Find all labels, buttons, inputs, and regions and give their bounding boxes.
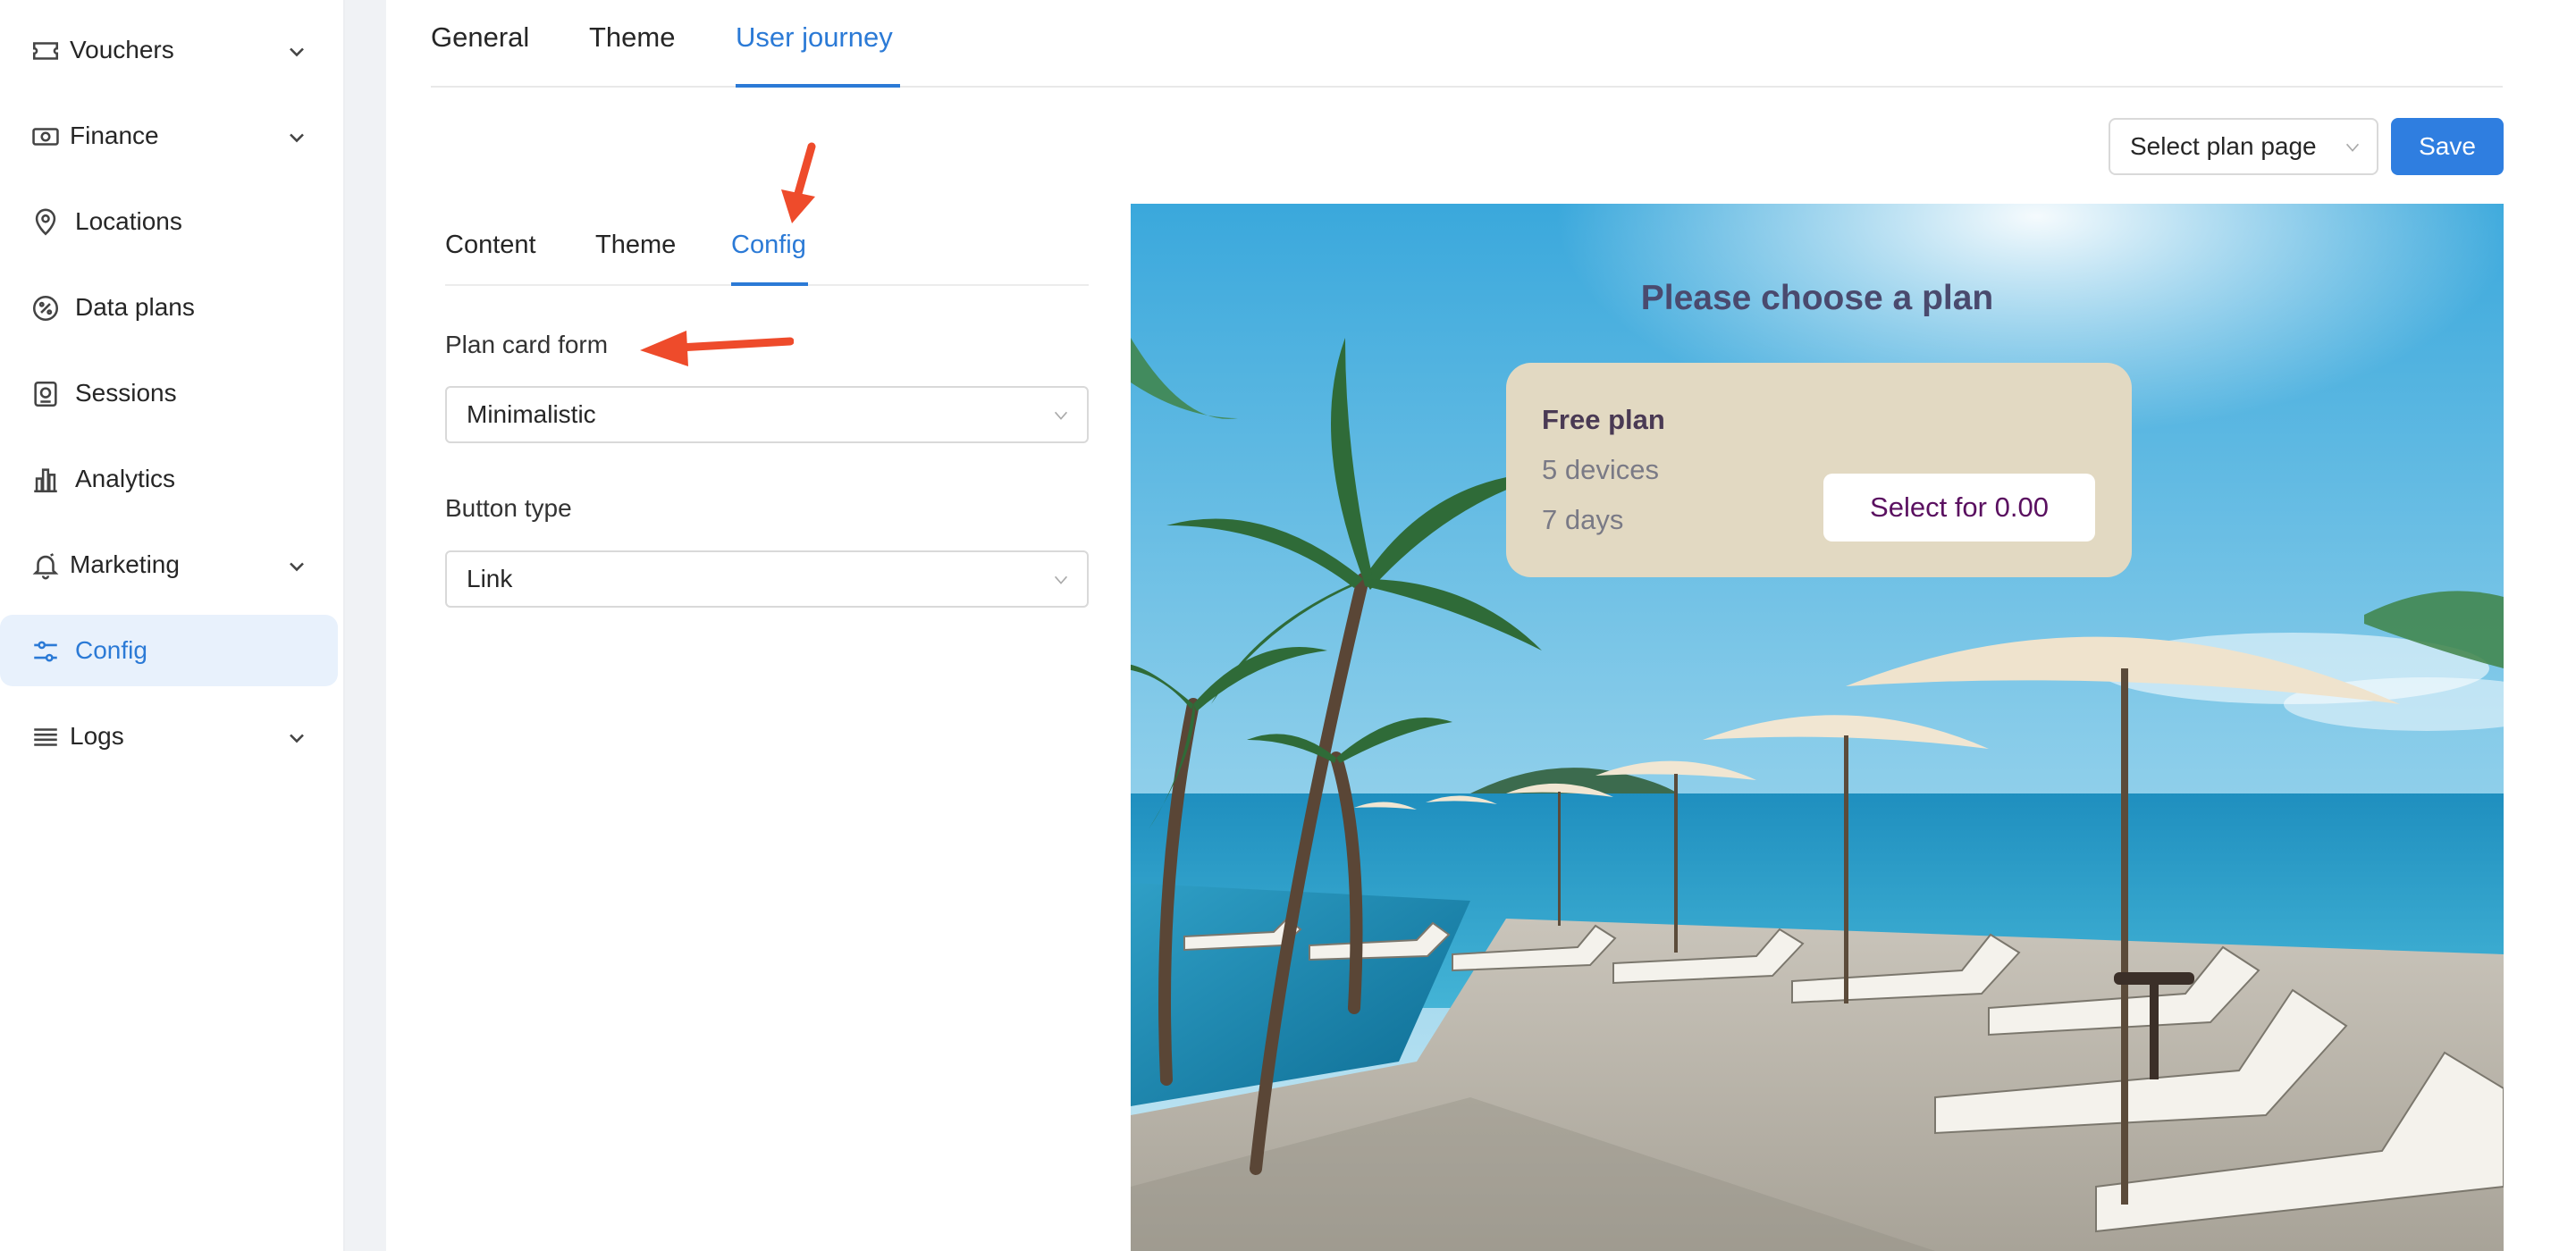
plan-devices: 5 devices (1542, 454, 1659, 485)
button-type-label: Button type (445, 494, 572, 522)
sub-tabs: Content Theme Config (445, 204, 1089, 286)
subtab-config[interactable]: Config (731, 231, 806, 260)
sidebar-item-label: Data plans (75, 293, 195, 321)
sidebar-item-locations[interactable]: Locations (0, 186, 338, 257)
ticket-icon (30, 36, 61, 66)
plan-card: Free plan 5 devices 7 days Select for 0.… (1506, 363, 2132, 577)
money-icon (30, 122, 61, 152)
active-subtab-indicator (731, 282, 808, 286)
subtab-theme[interactable]: Theme (595, 231, 676, 260)
select-plan-page-label: Select plan page (2130, 132, 2317, 160)
button-type-select[interactable]: Link (445, 550, 1089, 608)
list-icon (30, 722, 61, 752)
bar-chart-icon (30, 465, 61, 495)
tab-user-journey[interactable]: User journey (736, 21, 893, 54)
annotation-arrow-left (640, 331, 794, 366)
plan-card-form-value: Minimalistic (467, 400, 596, 428)
percent-badge-icon (30, 293, 61, 323)
sidebar-item-config[interactable]: Config (0, 615, 338, 686)
preview-title: Please choose a plan (1640, 279, 1994, 317)
plan-days: 7 days (1542, 504, 1624, 535)
session-icon (30, 379, 61, 409)
chevron-down-icon (2345, 143, 2360, 152)
sidebar-item-data-plans[interactable]: Data plans (0, 272, 338, 343)
sidebar-item-label: Marketing (70, 550, 180, 578)
sidebar-item-finance[interactable]: Finance (0, 100, 338, 172)
sidebar-item-marketing[interactable]: Marketing (0, 529, 338, 600)
sidebar-item-logs[interactable]: Logs (0, 701, 338, 772)
tab-general[interactable]: General (431, 21, 529, 54)
sidebar-item-sessions[interactable]: Sessions (0, 357, 338, 429)
active-tab-indicator (736, 84, 900, 88)
journey-preview: Please choose a plan Free plan 5 devices… (1131, 204, 2504, 1251)
sidebar-item-vouchers[interactable]: Vouchers (0, 14, 338, 86)
subtab-content[interactable]: Content (445, 231, 536, 260)
select-plan-button[interactable]: Select for 0.00 (1823, 474, 2095, 542)
chevron-down-icon (284, 39, 309, 64)
chevron-down-icon (284, 125, 309, 150)
chevron-down-icon (1054, 411, 1068, 420)
plan-card-form-select[interactable]: Minimalistic (445, 386, 1089, 443)
sidebar: Vouchers Finance Locations Data plans Se… (0, 0, 345, 1251)
sidebar-item-label: Analytics (75, 465, 176, 492)
main-panel: General Theme User journey Select plan p… (386, 0, 2576, 1251)
select-plan-page-dropdown[interactable]: Select plan page (2109, 118, 2378, 175)
chevron-down-icon (1054, 575, 1068, 584)
save-button[interactable]: Save (2391, 118, 2504, 175)
plan-card-form-label: Plan card form (445, 331, 609, 358)
chevron-down-icon (284, 726, 309, 751)
sliders-icon (30, 636, 61, 667)
sidebar-item-label: Config (75, 636, 147, 664)
sidebar-item-label: Finance (70, 122, 159, 149)
location-pin-icon (30, 207, 61, 238)
button-type-value: Link (467, 565, 513, 592)
sidebar-item-label: Logs (70, 722, 124, 750)
chevron-down-icon (284, 554, 309, 579)
tab-theme[interactable]: Theme (589, 21, 675, 54)
sidebar-item-label: Locations (75, 207, 182, 235)
sidebar-item-label: Vouchers (70, 36, 174, 63)
bell-icon (30, 550, 61, 581)
sidebar-item-label: Sessions (75, 379, 177, 407)
plan-name: Free plan (1542, 404, 1665, 435)
sidebar-item-analytics[interactable]: Analytics (0, 443, 338, 515)
beach-background-image (1131, 204, 2504, 1251)
top-tabs: General Theme User journey (431, 0, 2503, 88)
